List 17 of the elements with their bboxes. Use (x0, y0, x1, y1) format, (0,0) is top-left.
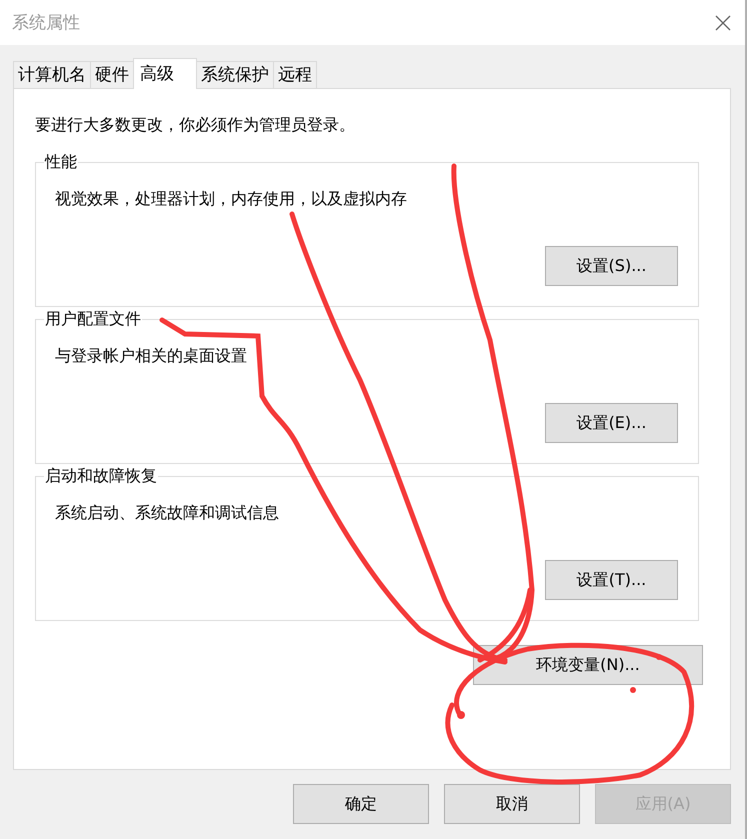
notice-text: 要进行大多数更改，你必须作为管理员登录。 (35, 115, 356, 135)
settings-button[interactable]: 设置(S)... (545, 246, 678, 286)
settings-button[interactable]: 设置(T)... (545, 560, 678, 600)
group-title: 启动和故障恢复 (44, 466, 158, 486)
dialog-button[interactable]: 取消 (444, 784, 580, 824)
group-description: 与登录帐户相关的桌面设置 (55, 346, 247, 366)
group-description: 系统启动、系统故障和调试信息 (55, 503, 279, 523)
window-title: 系统属性 (12, 12, 80, 34)
close-icon[interactable] (715, 14, 731, 30)
tab[interactable]: 远程 (273, 61, 317, 88)
tab[interactable]: 高级 (133, 58, 197, 89)
dialog-button[interactable]: 确定 (293, 784, 429, 824)
settings-button[interactable]: 设置(E)... (545, 403, 678, 443)
tab[interactable]: 计算机名 (13, 61, 91, 88)
group-title: 用户配置文件 (44, 309, 142, 329)
group-title: 性能 (44, 152, 78, 172)
group-description: 视觉效果，处理器计划，内存使用，以及虚拟内存 (55, 189, 407, 209)
